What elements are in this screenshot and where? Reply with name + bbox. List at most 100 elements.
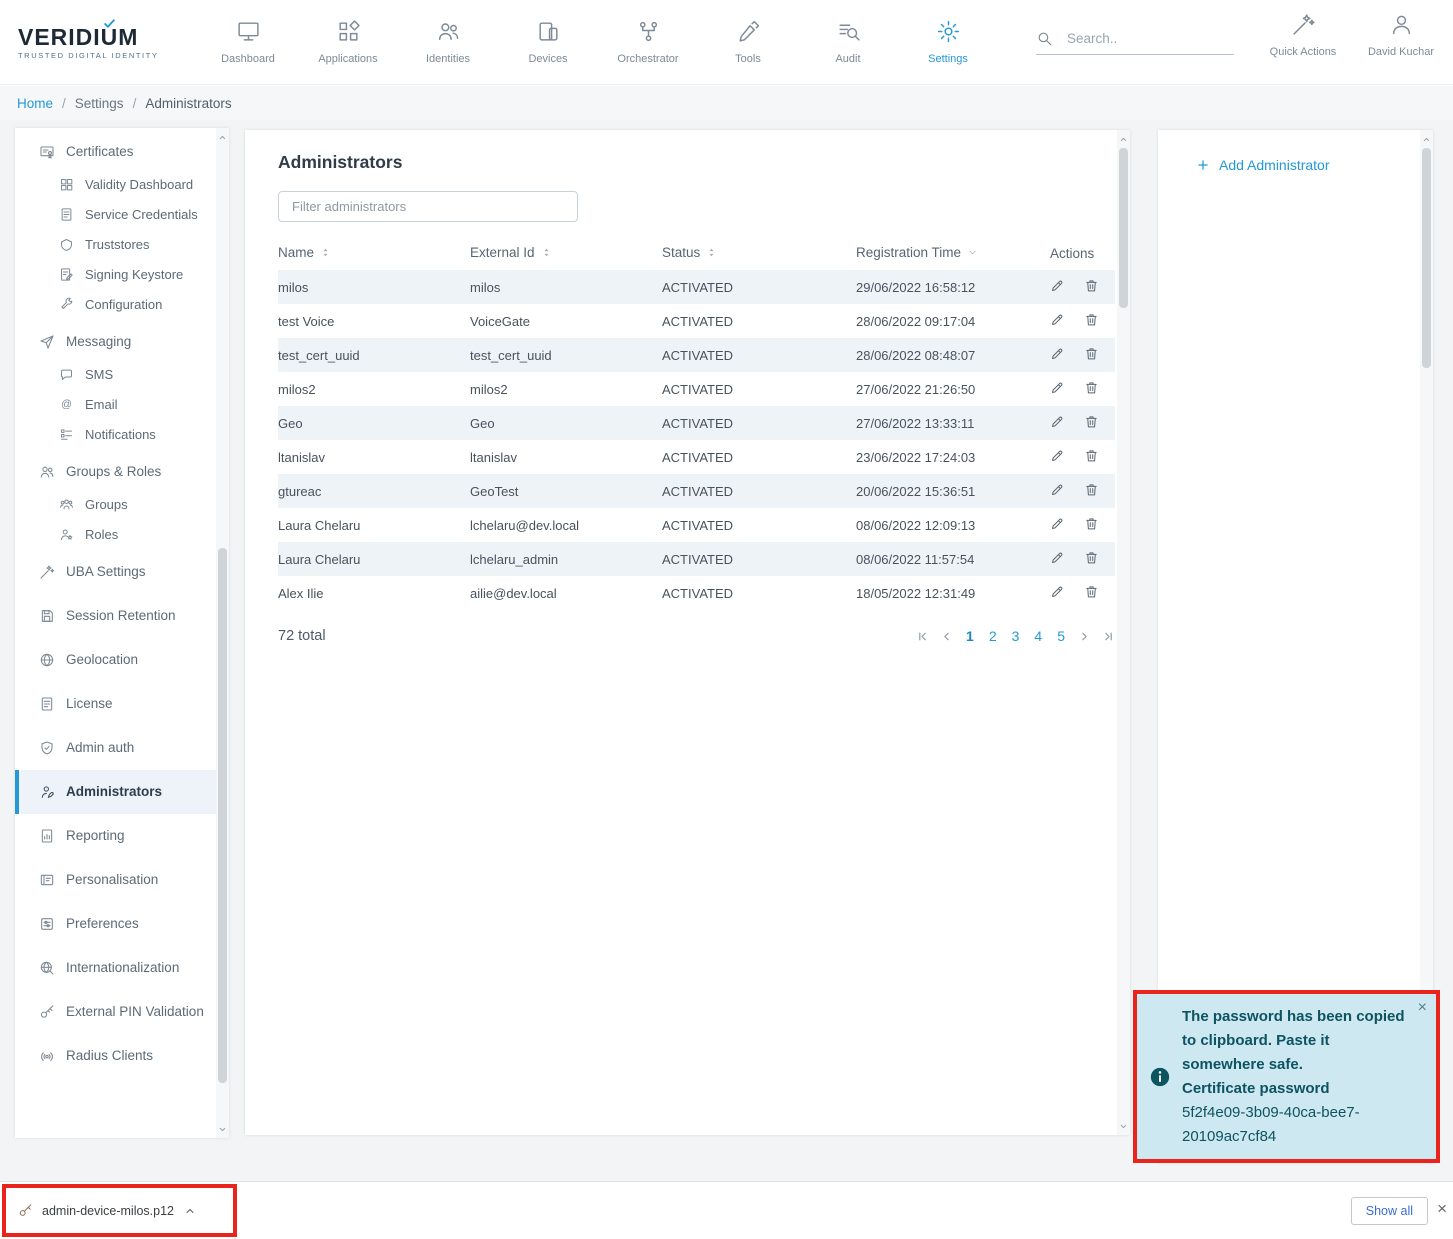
sidebar-item-geolocation[interactable]: Geolocation — [15, 638, 229, 682]
search-input[interactable] — [1065, 30, 1215, 47]
column-header-status[interactable]: Status — [662, 236, 856, 270]
next-page-button[interactable] — [1078, 630, 1091, 643]
sidebar-item-external-pin-validation[interactable]: External PIN Validation — [15, 990, 229, 1034]
page-button-3[interactable]: 3 — [1010, 628, 1022, 644]
delete-icon[interactable] — [1084, 346, 1099, 361]
download-bar-close-icon[interactable]: × — [1437, 1200, 1447, 1217]
uba-settings-icon — [39, 564, 55, 580]
scroll-up-icon[interactable] — [1117, 132, 1130, 146]
page-button-2[interactable]: 2 — [987, 628, 999, 644]
edit-icon[interactable] — [1050, 312, 1065, 327]
sidebar-item-roles[interactable]: Roles — [15, 520, 229, 550]
scroll-down-icon[interactable] — [216, 1122, 229, 1136]
scroll-up-icon[interactable] — [1420, 132, 1433, 146]
sidebar-item-notifications[interactable]: Notifications — [15, 420, 229, 450]
toast-close-icon[interactable]: × — [1418, 1000, 1427, 1016]
filter-administrators-input[interactable] — [278, 191, 578, 222]
sidebar-item-personalisation[interactable]: Personalisation — [15, 858, 229, 902]
edit-icon[interactable] — [1050, 414, 1065, 429]
delete-icon[interactable] — [1084, 278, 1099, 293]
downloaded-file-chip[interactable]: admin-device-milos.p12 — [6, 1203, 233, 1218]
quick-actions-button[interactable]: Quick Actions — [1267, 12, 1339, 58]
sidebar-scrollbar[interactable] — [216, 128, 229, 1138]
edit-icon[interactable] — [1050, 482, 1065, 497]
edit-icon[interactable] — [1050, 550, 1065, 565]
delete-icon[interactable] — [1084, 584, 1099, 599]
column-header-registration-time[interactable]: Registration Time — [856, 236, 1050, 270]
edit-icon[interactable] — [1050, 448, 1065, 463]
breadcrumb-settings[interactable]: Settings — [75, 96, 124, 111]
show-all-downloads-button[interactable]: Show all — [1351, 1197, 1428, 1225]
sidebar-item-service-credentials[interactable]: Service Credentials — [15, 200, 229, 230]
delete-icon[interactable] — [1084, 448, 1099, 463]
sidebar-item-configuration[interactable]: Configuration — [15, 290, 229, 320]
sidebar-item-sms[interactable]: SMS — [15, 360, 229, 390]
sidebar-item-validity-dashboard[interactable]: Validity Dashboard — [15, 170, 229, 200]
scroll-up-icon[interactable] — [216, 130, 229, 144]
delete-icon[interactable] — [1084, 380, 1099, 395]
page-button-4[interactable]: 4 — [1032, 628, 1044, 644]
toast-message: The password has been copied to clipboar… — [1182, 1005, 1410, 1149]
delete-icon[interactable] — [1084, 516, 1099, 531]
breadcrumb-home-link[interactable]: Home — [17, 96, 53, 111]
scrollbar-thumb[interactable] — [1119, 148, 1128, 308]
previous-page-button[interactable] — [940, 630, 953, 643]
delete-icon[interactable] — [1084, 414, 1099, 429]
column-header-name[interactable]: Name — [278, 236, 470, 270]
notifications-icon — [59, 427, 74, 442]
user-name-label: David Kuchar — [1368, 46, 1434, 58]
edit-icon[interactable] — [1050, 584, 1065, 599]
plus-icon — [1196, 158, 1210, 172]
sidebar-item-uba-settings[interactable]: UBA Settings — [15, 550, 229, 594]
nav-item-dashboard[interactable]: Dashboard — [212, 19, 284, 65]
cell-registration-time: 08/06/2022 11:57:54 — [856, 542, 1050, 576]
breadcrumb-current: Administrators — [145, 96, 231, 111]
nav-item-applications[interactable]: Applications — [312, 19, 384, 65]
nav-item-audit[interactable]: Audit — [812, 19, 884, 65]
sidebar-item-groups[interactable]: Groups — [15, 490, 229, 520]
page-button-1[interactable]: 1 — [964, 628, 976, 644]
user-menu[interactable]: David Kuchar — [1365, 12, 1437, 58]
sidebar-item-radius-clients[interactable]: Radius Clients — [15, 1034, 229, 1078]
delete-icon[interactable] — [1084, 550, 1099, 565]
sidebar-item-label: Certificates — [66, 144, 134, 160]
sidebar-item-certificates[interactable]: Certificates — [15, 134, 229, 170]
sidebar-item-email[interactable]: @Email — [15, 390, 229, 420]
nav-item-settings[interactable]: Settings — [912, 19, 984, 65]
first-page-button[interactable] — [916, 630, 929, 643]
page-button-5[interactable]: 5 — [1055, 628, 1067, 644]
scrollbar-thumb[interactable] — [218, 548, 227, 1083]
sidebar-item-admin-auth[interactable]: Admin auth — [15, 726, 229, 770]
edit-icon[interactable] — [1050, 346, 1065, 361]
cell-registration-time: 28/06/2022 08:48:07 — [856, 338, 1050, 372]
sidebar-item-reporting[interactable]: Reporting — [15, 814, 229, 858]
main-scrollbar[interactable] — [1117, 130, 1130, 1135]
sidebar-item-signing-keystore[interactable]: Signing Keystore — [15, 260, 229, 290]
sidebar-item-session-retention[interactable]: Session Retention — [15, 594, 229, 638]
sidebar-item-administrators[interactable]: Administrators — [15, 770, 229, 814]
edit-icon[interactable] — [1050, 380, 1065, 395]
nav-item-tools[interactable]: Tools — [712, 19, 784, 65]
sidebar-item-truststores[interactable]: Truststores — [15, 230, 229, 260]
delete-icon[interactable] — [1084, 482, 1099, 497]
sidebar-item-license[interactable]: License — [15, 682, 229, 726]
sidebar-item-groups-roles[interactable]: Groups & Roles — [15, 454, 229, 490]
sidebar-item-preferences[interactable]: Preferences — [15, 902, 229, 946]
scroll-down-icon[interactable] — [1117, 1119, 1130, 1133]
search-icon — [1036, 30, 1053, 47]
nav-item-orchestrator[interactable]: Orchestrator — [612, 19, 684, 65]
column-header-external-id[interactable]: External Id — [470, 236, 662, 270]
nav-item-devices[interactable]: Devices — [512, 19, 584, 65]
cell-actions — [1050, 338, 1115, 372]
edit-icon[interactable] — [1050, 516, 1065, 531]
veridium-logo[interactable]: VERIDIUM TRUSTED DIGITAL IDENTITY — [18, 25, 184, 60]
delete-icon[interactable] — [1084, 312, 1099, 327]
nav-item-identities[interactable]: Identities — [412, 19, 484, 65]
edit-icon[interactable] — [1050, 278, 1065, 293]
sidebar-item-messaging[interactable]: Messaging — [15, 324, 229, 360]
chevron-up-icon[interactable] — [184, 1205, 196, 1217]
add-administrator-button[interactable]: Add Administrator — [1196, 157, 1433, 173]
last-page-button[interactable] — [1102, 630, 1115, 643]
scrollbar-thumb[interactable] — [1422, 148, 1431, 368]
sidebar-item-internationalization[interactable]: Internationalization — [15, 946, 229, 990]
